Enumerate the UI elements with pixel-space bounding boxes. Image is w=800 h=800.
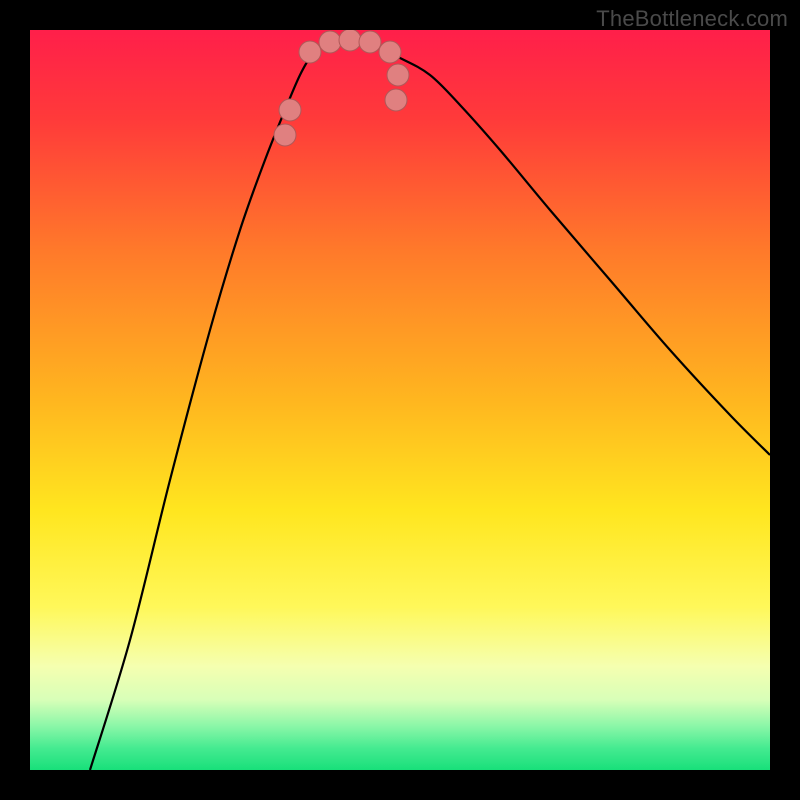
data-marker [339,30,361,51]
data-marker [279,99,301,121]
data-marker [359,31,381,53]
chart-svg [30,30,770,770]
data-marker [379,41,401,63]
data-marker [299,41,321,63]
gradient-background [30,30,770,770]
data-marker [387,64,409,86]
data-marker [385,89,407,111]
watermark-text: TheBottleneck.com [596,6,788,32]
plot-frame [30,30,770,770]
data-marker [274,124,296,146]
data-marker [319,31,341,53]
